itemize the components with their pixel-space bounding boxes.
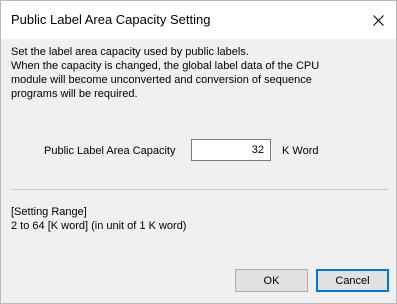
description-text: Set the label area capacity used by publ…: [11, 45, 386, 101]
title-bar[interactable]: Public Label Area Capacity Setting: [1, 1, 396, 39]
setting-range: [Setting Range] 2 to 64 [K word] (in uni…: [11, 205, 186, 233]
capacity-unit: K Word: [282, 145, 319, 157]
cancel-button[interactable]: Cancel: [316, 269, 389, 292]
close-icon: [372, 14, 384, 26]
description-line: Set the label area capacity used by publ…: [11, 46, 249, 58]
description-line: When the capacity is changed, the global…: [11, 60, 320, 72]
dialog-content: Set the label area capacity used by publ…: [1, 39, 396, 303]
capacity-label: Public Label Area Capacity: [44, 145, 176, 157]
divider: [11, 189, 388, 190]
close-button[interactable]: [360, 1, 396, 39]
capacity-input[interactable]: [191, 139, 271, 161]
setting-range-text: 2 to 64 [K word] (in unit of 1 K word): [11, 220, 187, 232]
dialog-title: Public Label Area Capacity Setting: [11, 12, 211, 27]
description-line: programs will be required.: [11, 88, 138, 100]
description-line: module will become unconverted and conve…: [11, 74, 312, 86]
ok-button[interactable]: OK: [235, 269, 308, 292]
dialog-window: Public Label Area Capacity Setting Set t…: [0, 0, 397, 304]
setting-range-heading: [Setting Range]: [11, 206, 87, 218]
